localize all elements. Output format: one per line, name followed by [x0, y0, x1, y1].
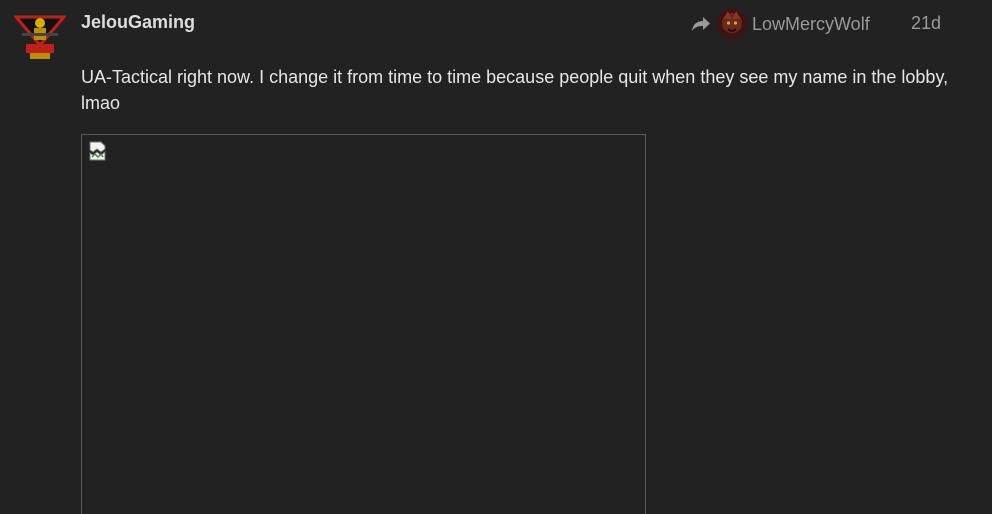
- squad-emblem-icon: [12, 11, 68, 63]
- author-username[interactable]: JelouGaming: [81, 12, 195, 33]
- forum-post: JelouGaming LowMercyWolf 21d UA-Tactical…: [0, 0, 992, 514]
- broken-image-icon: [89, 141, 107, 161]
- reply-to-link[interactable]: LowMercyWolf: [690, 7, 870, 41]
- reply-to-username: LowMercyWolf: [752, 13, 870, 34]
- reply-user-avatar: [716, 8, 748, 40]
- author-avatar[interactable]: [12, 11, 68, 63]
- post-image[interactable]: [81, 134, 646, 514]
- reply-arrow-icon: [690, 15, 712, 33]
- post-date[interactable]: 21d: [911, 13, 941, 34]
- post-body-text: UA-Tactical right now. I change it from …: [81, 67, 949, 113]
